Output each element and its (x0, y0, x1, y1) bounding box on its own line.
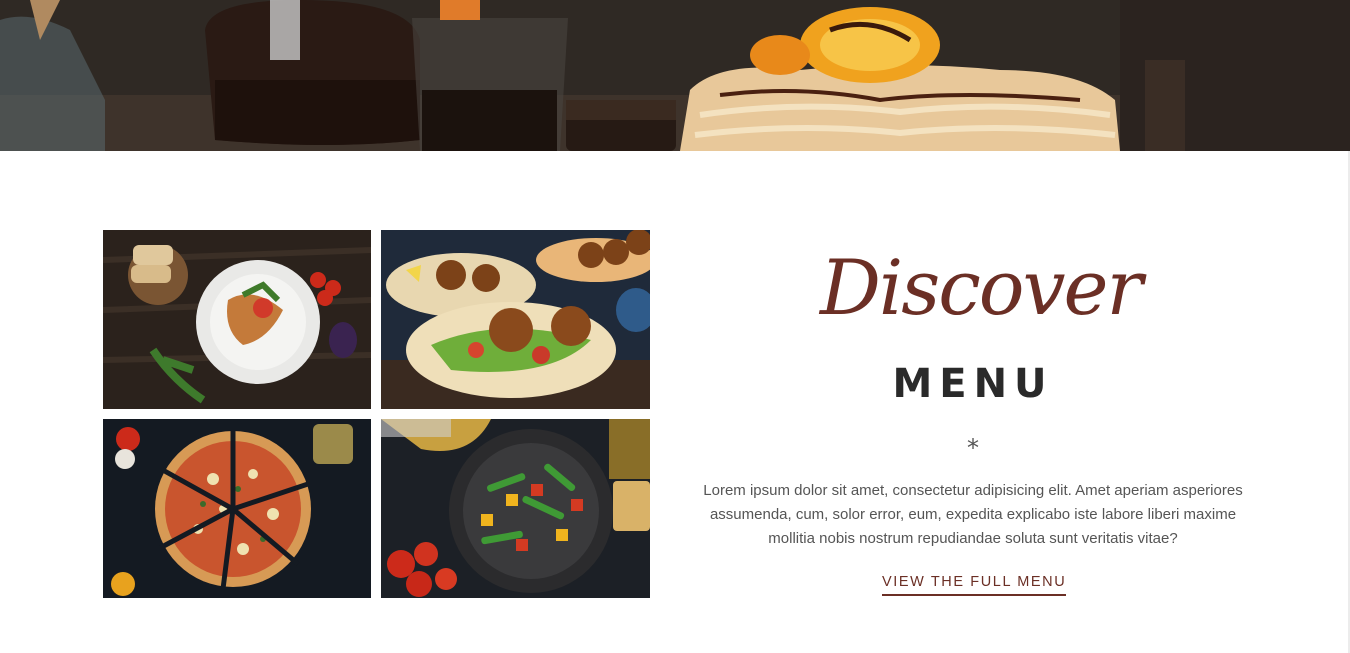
gallery-image-grilled-chicken (103, 230, 371, 409)
section-title-menu: MENU (892, 361, 1054, 407)
script-heading-discover: Discover (820, 243, 1143, 332)
view-full-menu-link[interactable]: VIEW THE FULL MENU (882, 573, 1067, 596)
gallery-image-vegetable-pan (381, 419, 650, 598)
intro-paragraph: Lorem ipsum dolor sit amet, consectetur … (703, 482, 1243, 547)
decorative-asterisk: * (967, 434, 979, 462)
hero-banner-image (0, 0, 1350, 151)
gallery-image-falafel-wraps (381, 230, 650, 409)
gallery-image-pizza (103, 419, 371, 598)
